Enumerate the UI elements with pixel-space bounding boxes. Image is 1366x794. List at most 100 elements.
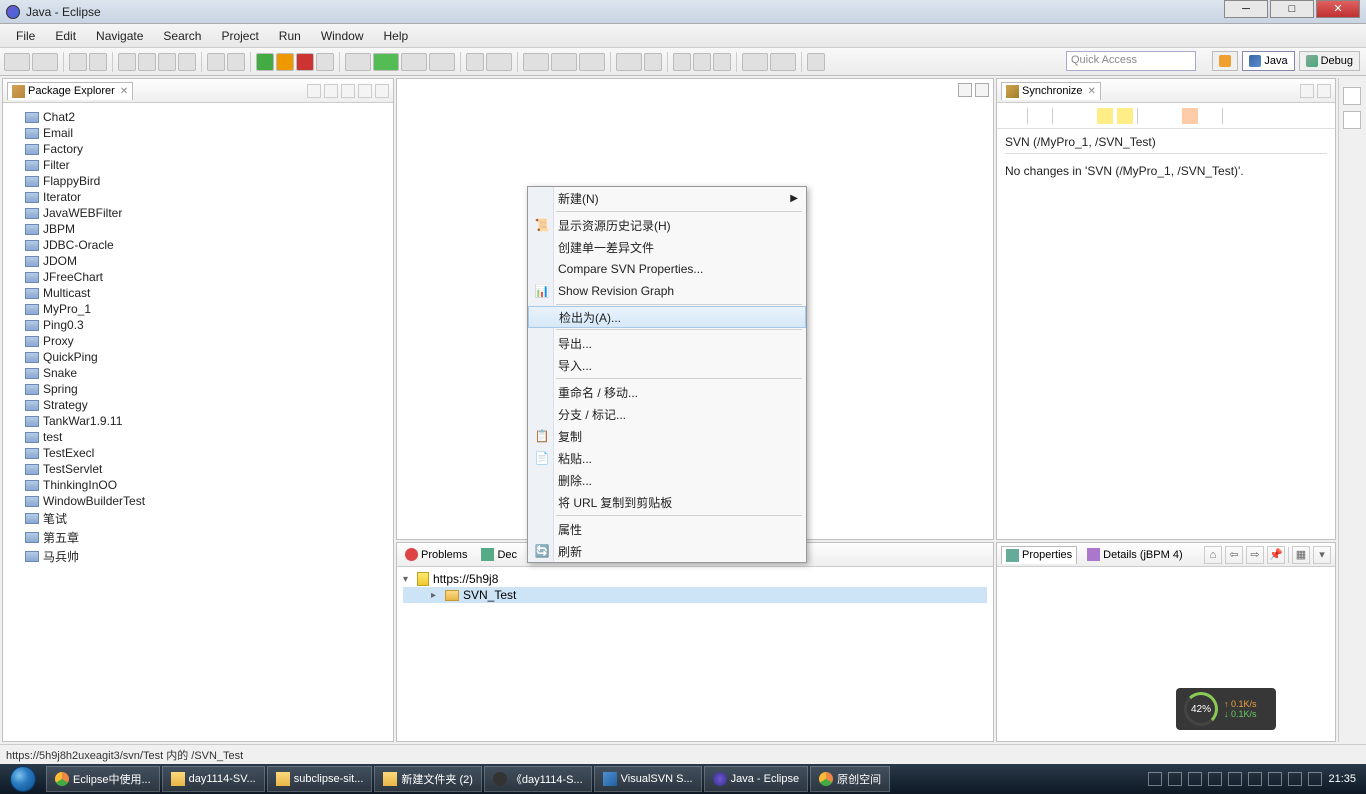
toolbar-forward-button[interactable] [770,53,796,71]
taskbar-item[interactable]: Java - Eclipse [704,766,808,792]
outline-view-button[interactable] [1343,111,1361,129]
project-item[interactable]: Ping0.3 [9,317,387,333]
tab-properties[interactable]: Properties [1001,546,1077,564]
tray-speaker-icon[interactable] [1308,772,1322,786]
toolbar-save-button[interactable] [32,53,58,71]
taskbar-item[interactable]: 原创空间 [810,766,890,792]
menu-revision-graph[interactable]: 📊Show Revision Graph [528,280,806,302]
back-button[interactable]: ⇦ [1225,546,1243,564]
expand-icon[interactable]: ▾ [403,574,413,585]
project-item[interactable]: Factory [9,141,387,157]
menu-import[interactable]: 导入... [528,354,806,376]
menu-create-diff[interactable]: 创建单一差异文件 [528,236,806,258]
project-item[interactable]: 笔试 [9,509,387,528]
project-item[interactable]: MyPro_1 [9,301,387,317]
toolbar-run-button[interactable] [373,53,399,71]
menu-new[interactable]: 新建(N)▶ [528,187,806,209]
toolbar-back-button[interactable] [742,53,768,71]
toolbar-btn[interactable] [466,53,484,71]
close-button[interactable]: ✕ [1316,0,1360,18]
taskbar-item[interactable]: VisualSVN S... [594,766,702,792]
minimize-view-button[interactable] [358,84,372,98]
project-item[interactable]: JavaWEBFilter [9,205,387,221]
repo-root-row[interactable]: ▾ https://5h9j8 [403,571,987,587]
collapse-all-button[interactable] [307,84,321,98]
menu-refresh[interactable]: 🔄刷新 [528,540,806,562]
tray-icon[interactable] [1268,772,1282,786]
project-tree[interactable]: Chat2EmailFactoryFilterFlappyBirdIterato… [7,105,389,570]
toolbar-btn[interactable] [158,53,176,71]
project-item[interactable]: JBPM [9,221,387,237]
project-item[interactable]: Proxy [9,333,387,349]
toolbar-search-button[interactable] [616,53,642,71]
taskbar-clock[interactable]: 21:35 [1328,773,1356,785]
project-item[interactable]: WindowBuilderTest [9,493,387,509]
sync-tbtn[interactable] [1032,108,1048,124]
toolbar-btn[interactable] [644,53,662,71]
project-item[interactable]: JDOM [9,253,387,269]
repo-child-row[interactable]: ▸ SVN_Test [403,587,987,603]
project-item[interactable]: Iterator [9,189,387,205]
menu-project[interactable]: Project [211,27,268,45]
minimize-editor-button[interactable] [958,83,972,97]
categories-button[interactable]: ▦ [1292,546,1310,564]
menu-paste[interactable]: 📄粘贴... [528,447,806,469]
tray-icon[interactable] [1188,772,1202,786]
menu-show-history[interactable]: 📜显示资源历史记录(H) [528,214,806,236]
menu-properties[interactable]: 属性 [528,518,806,540]
taskbar-item[interactable]: day1114-SV... [162,766,265,792]
sync-tbtn[interactable] [1117,108,1133,124]
restore-view-button[interactable] [1343,87,1361,105]
project-item[interactable]: Email [9,125,387,141]
project-item[interactable]: TestExecl [9,445,387,461]
tray-icon[interactable] [1248,772,1262,786]
taskbar-item[interactable]: 新建文件夹 (2) [374,766,482,792]
project-item[interactable]: Multicast [9,285,387,301]
menu-delete[interactable]: 删除... [528,469,806,491]
sync-tbtn[interactable] [1057,108,1073,124]
pin-button[interactable]: 📌 [1267,546,1285,564]
tab-details[interactable]: Details (jBPM 4) [1083,546,1186,563]
expand-icon[interactable]: ▸ [431,590,441,601]
menu-run[interactable]: Run [269,27,311,45]
toolbar-btn[interactable] [178,53,196,71]
taskbar-item[interactable]: Eclipse中使用... [46,766,160,792]
toolbar-suspend-button[interactable] [276,53,294,71]
forward-button[interactable]: ⇨ [1246,546,1264,564]
sync-tbtn[interactable] [1202,108,1218,124]
toolbar-print-button[interactable] [89,53,107,71]
tray-icon[interactable] [1228,772,1242,786]
minimize-view-button[interactable] [1300,84,1314,98]
toolbar-btn[interactable] [316,53,334,71]
maximize-button[interactable]: □ [1270,0,1314,18]
tray-icon[interactable] [1148,772,1162,786]
project-item[interactable]: Spring [9,381,387,397]
menu-edit[interactable]: Edit [45,27,86,45]
menu-checkout-as[interactable]: 检出为(A)... [528,306,806,328]
project-item[interactable]: TestServlet [9,461,387,477]
project-item[interactable]: Chat2 [9,109,387,125]
tab-problems[interactable]: Problems [401,546,471,563]
project-item[interactable]: 第五章 [9,528,387,547]
toolbar-undo-button[interactable] [207,53,225,71]
sync-tbtn[interactable] [1097,108,1113,124]
start-button[interactable] [2,765,44,793]
home-button[interactable]: ⌂ [1204,546,1222,564]
minimize-button[interactable]: ─ [1224,0,1268,18]
toolbar-terminate-button[interactable] [296,53,314,71]
menu-button[interactable]: ▾ [1313,546,1331,564]
perspective-java[interactable]: Java [1242,51,1294,71]
tab-synchronize[interactable]: Synchronize ✕ [1001,82,1101,100]
sync-tbtn[interactable] [1077,108,1093,124]
menu-help[interactable]: Help [374,27,419,45]
toolbar-debug-button[interactable] [345,53,371,71]
tray-icon[interactable] [1208,772,1222,786]
taskbar-item[interactable]: 《day1114-S... [484,766,592,792]
project-item[interactable]: ThinkingInOO [9,477,387,493]
project-item[interactable]: 马兵帅 [9,547,387,566]
toolbar-btn[interactable] [693,53,711,71]
menu-copy-url[interactable]: 将 URL 复制到剪贴板 [528,491,806,513]
toolbar-btn[interactable] [486,53,512,71]
menu-compare-properties[interactable]: Compare SVN Properties... [528,258,806,280]
toolbar-resume-button[interactable] [256,53,274,71]
